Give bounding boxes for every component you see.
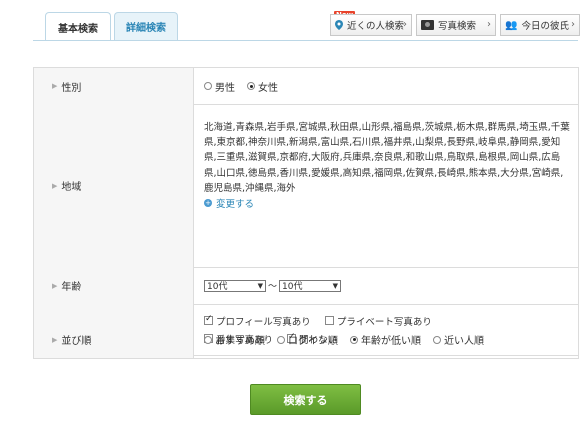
gender-male-radio[interactable]: 男性	[204, 79, 235, 94]
nearby-search-button[interactable]: 近くの人検索 ›	[330, 14, 412, 36]
sort-label: 並び順	[61, 336, 92, 347]
gender-male-label: 男性	[215, 82, 235, 94]
triangle-right-icon: ▶	[52, 82, 58, 90]
camera-icon	[421, 20, 434, 30]
region-value-block: 北海道,青森県,岩手県,宮城県,秋田県,山形県,福島県,茨城県,栃木県,群馬県,…	[204, 120, 570, 210]
radio-circle-selected[interactable]	[350, 335, 358, 344]
gender-options: 男性 女性	[204, 68, 572, 104]
radio-circle[interactable]	[204, 335, 212, 344]
age-to-select[interactable]: 10代 ▼	[279, 279, 342, 292]
tab-divider	[33, 40, 578, 41]
radio-circle[interactable]	[204, 82, 212, 90]
tab-bar: 基本検索 詳細検索 New 近くの人検索 › 写真検索 › 👥 今日の彼氏 ›	[0, 0, 586, 42]
triangle-right-icon: ▶	[52, 281, 58, 290]
age-label: 年齢	[61, 282, 82, 293]
gender-female-label: 女性	[258, 82, 278, 94]
gender-label-cell: ▶ 性別	[34, 68, 194, 104]
triangle-right-icon: ▶	[52, 335, 58, 344]
gender-label: 性別	[61, 82, 82, 94]
today-boyfriend-label: 今日の彼氏	[521, 21, 569, 32]
sort-age-low-label: 年齢が低い順	[361, 336, 421, 347]
photo-search-label: 写真検索	[438, 21, 477, 32]
age-from-select[interactable]: 10代 ▼	[204, 279, 266, 292]
age-label-cell: ▶ 年齢	[34, 267, 194, 304]
region-value: 北海道,青森県,岩手県,宮城県,秋田県,山形県,福島県,茨城県,栃木県,群馬県,…	[204, 122, 570, 194]
dropdown-arrow-icon: ▼	[257, 281, 263, 290]
sort-login-label: ログイン順	[288, 336, 338, 347]
sort-row: ▶ 並び順 おすすめ順 ログイン順 年齢が低い順 近い人順	[33, 321, 579, 359]
triangle-right-icon: ▶	[52, 181, 58, 190]
plus-circle-icon: +	[204, 199, 212, 208]
sort-options: おすすめ順 ログイン順 年齢が低い順 近い人順	[204, 321, 572, 358]
region-label: 地域	[61, 182, 82, 193]
chevron-right-icon: ›	[487, 19, 491, 30]
search-button[interactable]: 検索する	[250, 384, 361, 415]
sort-nearby-label: 近い人順	[444, 336, 484, 347]
radio-circle[interactable]	[433, 335, 441, 344]
radio-circle-selected[interactable]	[247, 82, 255, 90]
today-boyfriend-button[interactable]: 👥 今日の彼氏 ›	[500, 14, 580, 36]
sort-recommended-radio[interactable]: おすすめ順	[204, 332, 265, 347]
chevron-right-icon: ›	[571, 19, 575, 30]
nearby-search-label: 近くの人検索	[347, 21, 405, 32]
tab-detail-search[interactable]: 詳細検索	[114, 12, 178, 40]
age-from-value: 10代	[207, 282, 228, 292]
chevron-right-icon: ›	[403, 19, 407, 30]
region-label-cell: ▶ 地域	[34, 104, 194, 267]
age-selects: 10代 ▼ ～ 10代 ▼	[204, 267, 572, 304]
sort-recommended-label: おすすめ順	[215, 336, 265, 347]
region-change-label[interactable]: 変更する	[216, 196, 254, 210]
age-separator: ～	[268, 282, 278, 292]
region-change-link[interactable]: + 変更する	[204, 196, 570, 210]
sort-login-radio[interactable]: ログイン順	[277, 332, 338, 347]
tab-basic-search[interactable]: 基本検索	[45, 12, 111, 41]
gender-row: ▶ 性別 男性 女性	[34, 68, 578, 105]
photo-search-button[interactable]: 写真検索 ›	[416, 14, 496, 36]
sort-label-cell: ▶ 並び順	[34, 321, 194, 358]
gender-female-radio[interactable]: 女性	[247, 79, 278, 94]
people-icon: 👥	[505, 19, 518, 31]
search-form: ▶ 性別 男性 女性 ▶ 地域 北海道,青森県,岩手県,宮城県,秋田県,山形県,…	[33, 67, 579, 359]
region-row: ▶ 地域 北海道,青森県,岩手県,宮城県,秋田県,山形県,福島県,茨城県,栃木県…	[34, 104, 578, 268]
sort-age-low-radio[interactable]: 年齢が低い順	[350, 332, 421, 347]
age-to-value: 10代	[282, 282, 303, 292]
pin-icon	[335, 20, 343, 30]
dropdown-arrow-icon: ▼	[332, 281, 339, 290]
sort-nearby-radio[interactable]: 近い人順	[433, 332, 484, 347]
radio-circle[interactable]	[277, 335, 285, 344]
age-row: ▶ 年齢 10代 ▼ ～ 10代 ▼	[34, 267, 578, 305]
